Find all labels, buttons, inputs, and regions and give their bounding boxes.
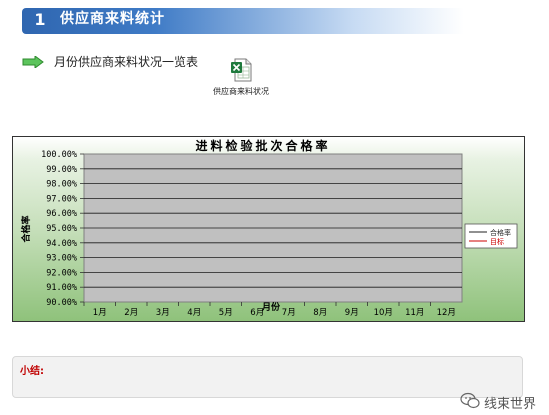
legend-label: 合格率 — [490, 228, 511, 237]
x-tick-label: 1月 — [93, 308, 107, 318]
summary-box: 小结: — [12, 356, 523, 398]
chart-title: 进料检验批次合格率 — [195, 138, 330, 153]
x-tick-label: 5月 — [219, 308, 233, 318]
chart-frame: 进料检验批次合格率 90.00% 91.00% 92.00% 93.00% 94.00% 9… — [12, 136, 525, 322]
y-tick-label: 91.00% — [46, 283, 77, 293]
section-header: 1 供应商来料统计 — [22, 8, 464, 34]
y-tick-label: 90.00% — [46, 298, 77, 308]
x-axis-label: 月份 — [261, 301, 281, 313]
y-tick-label: 99.00% — [46, 165, 77, 175]
x-tick-label: 3月 — [156, 308, 170, 318]
green-arrow-icon — [22, 56, 44, 68]
y-tick-label: 95.00% — [46, 224, 77, 234]
file-label[interactable]: 供应商来料状况 — [205, 86, 277, 97]
x-tick-label: 11月 — [405, 308, 424, 318]
watermark-text: 线束世界 — [484, 397, 537, 412]
report-link-label[interactable]: 月份供应商来料状况一览表 — [54, 54, 198, 70]
summary-label: 小结: — [20, 366, 44, 377]
x-tick-label: 12月 — [437, 308, 456, 318]
y-tick-label: 98.00% — [46, 180, 77, 190]
y-axis-label: 合格率 — [20, 215, 32, 242]
y-tick-label: 94.00% — [46, 239, 77, 249]
y-tick-label: 97.00% — [46, 194, 77, 204]
x-tick-label: 8月 — [313, 308, 327, 318]
section-number: 1 — [34, 10, 46, 29]
excel-file-icon[interactable] — [230, 58, 252, 82]
x-tick-label: 10月 — [374, 308, 393, 318]
y-tick-label: 92.00% — [46, 268, 77, 278]
x-tick-label: 4月 — [187, 308, 201, 318]
y-tick-label: 96.00% — [46, 209, 77, 219]
y-tick-label: 100.00% — [41, 150, 77, 160]
x-tick-label: 9月 — [345, 308, 359, 318]
legend-label: 目标 — [490, 237, 504, 246]
y-tick-label: 93.00% — [46, 254, 77, 264]
x-tick-label: 7月 — [282, 308, 296, 318]
section-title: 供应商来料统计 — [60, 11, 165, 27]
x-tick-label: 2月 — [124, 308, 138, 318]
wechat-icon — [460, 392, 480, 409]
pass-rate-chart: 进料检验批次合格率 90.00% 91.00% 92.00% 93.00% 94.00% 9… — [20, 138, 518, 318]
